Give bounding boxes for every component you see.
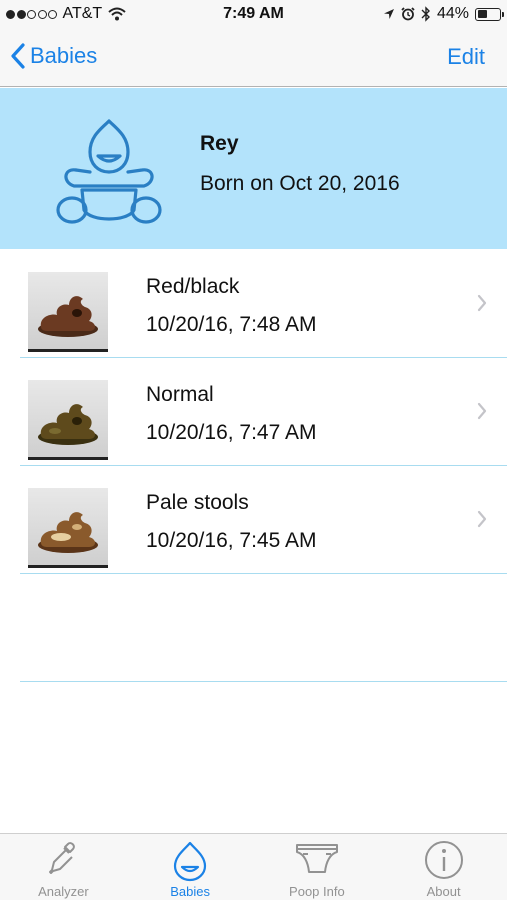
info-icon (424, 841, 463, 879)
tab-label: Babies (170, 884, 210, 899)
diaper-icon (295, 844, 338, 873)
back-button[interactable]: Babies (10, 42, 97, 70)
location-arrow-icon (383, 9, 394, 19)
battery-percent: 44% (436, 5, 469, 22)
battery-icon (475, 7, 504, 21)
entry-time: 10/20/16, 7:47 AM (146, 421, 317, 444)
tab-label: About (426, 884, 461, 899)
poop-icon (38, 511, 98, 553)
poop-icon (38, 403, 98, 445)
entry-list: Red/black 10/20/16, 7:48 AM Normal 10/20… (0, 250, 507, 682)
entry-title: Pale stools (146, 491, 249, 514)
entry-time: 10/20/16, 7:45 AM (146, 529, 317, 552)
list-item[interactable]: Pale stools 10/20/16, 7:45 AM (0, 466, 507, 574)
tab-poop-info[interactable]: Poop Info (254, 834, 381, 900)
chevron-right-icon (477, 510, 487, 528)
list-item[interactable]: Red/black 10/20/16, 7:48 AM (0, 250, 507, 358)
poop-icon (38, 295, 98, 337)
empty-list-row (0, 574, 507, 682)
tab-bar: Analyzer Babies Poop Info About (0, 833, 507, 900)
poop-thumbnail (28, 488, 108, 568)
edit-button[interactable]: Edit (447, 44, 485, 70)
poop-thumbnail (28, 380, 108, 460)
chevron-right-icon (477, 402, 487, 420)
poop-thumbnail (28, 272, 108, 352)
entry-title: Normal (146, 383, 214, 406)
battery-level (477, 10, 487, 18)
dropper-icon (49, 842, 76, 874)
chevron-right-icon (477, 294, 487, 312)
status-right: 44% (383, 5, 504, 23)
baby-name: Rey (200, 132, 239, 155)
baby-header: Rey Born on Oct 20, 2016 (0, 88, 507, 249)
status-bar: AT&T 7:49 AM 44% (0, 0, 507, 30)
back-button-label: Babies (30, 43, 98, 68)
tab-label: Analyzer (38, 884, 89, 899)
tab-label: Poop Info (289, 884, 345, 899)
tab-about[interactable]: About (380, 834, 507, 900)
row-separator (20, 681, 507, 682)
entry-time: 10/20/16, 7:48 AM (146, 313, 317, 336)
bluetooth-icon (421, 6, 430, 22)
entry-title: Red/black (146, 275, 240, 298)
tab-analyzer[interactable]: Analyzer (0, 834, 127, 900)
baby-birth-date: Born on Oct 20, 2016 (200, 172, 400, 195)
alarm-clock-icon (401, 7, 415, 21)
chevron-left-icon (11, 43, 25, 69)
list-item[interactable]: Normal 10/20/16, 7:47 AM (0, 358, 507, 466)
baby-icon (56, 119, 162, 224)
nav-bar: Babies Edit (0, 30, 507, 87)
baby-drop-icon (174, 841, 207, 882)
tab-babies[interactable]: Babies (127, 834, 254, 900)
